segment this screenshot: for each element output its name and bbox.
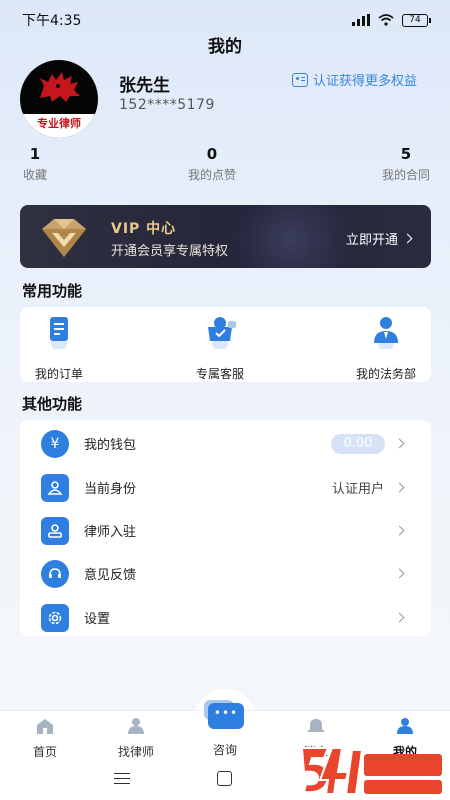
watermark-logo <box>300 747 442 795</box>
user-name: 张先生 <box>119 76 170 96</box>
vip-open-button-label: 立即开通 <box>345 233 398 248</box>
order-icon <box>50 317 68 351</box>
user-phone: 152****5179 <box>119 97 215 113</box>
other-functions-card: ¥ 我的钱包 0.00 当前身份 认证用户 律师入驻 意见反馈 设置 <box>20 420 431 636</box>
stat-contracts[interactable]: 5 我的合同 <box>374 145 438 183</box>
diamond-icon <box>42 219 86 257</box>
chevron-right-icon <box>394 438 405 449</box>
profile-icon <box>397 718 413 734</box>
vip-open-button[interactable]: 立即开通 <box>345 229 413 248</box>
wallet-balance: 0.00 <box>331 433 385 454</box>
vip-subtitle: 开通会员享专属特权 <box>111 244 229 259</box>
wallet-icon: ¥ <box>41 429 69 458</box>
func-label: 专属客服 <box>195 367 244 381</box>
home-icon <box>37 719 53 734</box>
row-label: 当前身份 <box>84 482 137 497</box>
battery-icon: 74 <box>402 13 431 27</box>
vip-title: VIP 中心 <box>111 221 177 237</box>
avatar-caption: 专业律师 <box>20 114 98 138</box>
chevron-right-icon <box>394 482 405 493</box>
tab-consult[interactable]: 咨询 <box>190 737 260 758</box>
home-button-icon[interactable] <box>217 771 232 786</box>
func-label: 我的订单 <box>34 367 83 381</box>
verify-link[interactable]: 认证获得更多权益 <box>291 70 417 89</box>
lawyer-join-icon <box>41 516 69 545</box>
vip-card[interactable]: VIP 中心 开通会员享专属特权 立即开通 <box>20 205 431 268</box>
common-functions-title: 常用功能 <box>22 282 83 300</box>
menu-icon[interactable] <box>114 773 130 784</box>
row-identity[interactable]: 当前身份 认证用户 <box>20 466 431 509</box>
row-label: 意见反馈 <box>84 568 137 583</box>
avatar[interactable]: 专业律师 <box>20 60 98 138</box>
row-wallet[interactable]: ¥ 我的钱包 0.00 <box>20 422 431 465</box>
stats-row: 1 收藏 0 我的点赞 5 我的合同 <box>0 145 450 185</box>
status-time: 下午4:35 <box>22 13 82 29</box>
customer-service-icon <box>208 317 236 351</box>
tab-label: 咨询 <box>212 743 237 757</box>
feedback-icon <box>41 559 69 588</box>
status-icons: 74 <box>352 13 431 27</box>
battery-level: 74 <box>409 14 421 25</box>
row-value: 认证用户 <box>331 482 384 497</box>
tab-find-lawyer[interactable]: 找律师 <box>101 717 171 760</box>
row-label: 我的钱包 <box>84 438 137 453</box>
signal-icon <box>352 14 370 26</box>
row-label: 律师入驻 <box>84 525 137 540</box>
verify-link-label: 认证获得更多权益 <box>312 74 417 89</box>
func-customer-service[interactable]: 专属客服 <box>165 313 275 382</box>
other-functions-title: 其他功能 <box>22 395 83 413</box>
stat-favorites[interactable]: 1 收藏 <box>18 145 52 183</box>
chevron-right-icon <box>394 568 405 579</box>
stat-label: 我的点赞 <box>187 168 236 182</box>
row-feedback[interactable]: 意见反馈 <box>20 552 431 595</box>
func-my-orders[interactable]: 我的订单 <box>4 313 114 382</box>
legal-department-icon <box>374 317 398 351</box>
stat-label: 我的合同 <box>381 168 430 182</box>
chevron-right-icon <box>394 525 405 536</box>
consult-icon[interactable] <box>208 703 244 729</box>
common-functions-card: 我的订单 专属客服 我的法务部 <box>20 307 431 382</box>
stat-likes[interactable]: 0 我的点赞 <box>180 145 244 183</box>
lion-logo-icon <box>40 72 80 102</box>
chevron-right-icon <box>394 612 405 623</box>
page-title: 我的 <box>208 37 242 57</box>
func-label: 我的法务部 <box>355 367 416 381</box>
tab-home[interactable]: 首页 <box>10 717 80 760</box>
func-legal-department[interactable]: 我的法务部 <box>331 313 441 382</box>
message-icon <box>308 719 324 732</box>
settings-icon <box>41 603 69 632</box>
vip-card-shine <box>230 205 350 268</box>
row-lawyer-join[interactable]: 律师入驻 <box>20 509 431 552</box>
row-settings[interactable]: 设置 <box>20 596 431 639</box>
chevron-right-icon <box>402 233 413 244</box>
stat-value: 5 <box>400 145 412 163</box>
id-card-icon <box>291 72 308 87</box>
row-label: 设置 <box>84 612 111 627</box>
stat-value: 0 <box>206 145 218 163</box>
identity-icon <box>41 473 69 502</box>
find-lawyer-icon <box>128 718 144 734</box>
wifi-icon <box>378 14 394 26</box>
stat-value: 1 <box>29 145 41 163</box>
stat-label: 收藏 <box>22 168 47 182</box>
